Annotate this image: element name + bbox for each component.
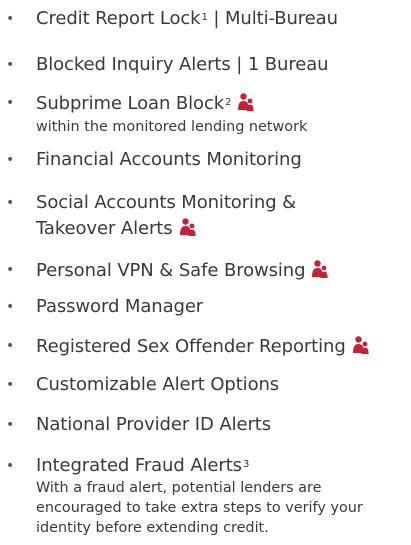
item-description-line1: With a fraud alert, potential lenders ar… <box>36 480 322 496</box>
item-label: Financial Accounts Monitoring <box>36 149 302 170</box>
item-label: Password Manager <box>36 296 204 317</box>
bullet: • <box>6 458 15 474</box>
bullet: • <box>6 262 15 278</box>
item-label: Subprime Loan Block2 <box>36 92 411 115</box>
family-icon <box>352 336 369 354</box>
item-description-line2: encouraged to take extra steps to verify… <box>36 500 363 516</box>
family-icon <box>179 218 196 236</box>
item-label: Personal VPN & Safe Browsing <box>36 259 411 282</box>
item-label-line2: Takeover Alerts <box>36 217 411 240</box>
footnote-ref: 2 <box>225 97 232 108</box>
item-label: Social Accounts Monitoring & <box>36 192 297 213</box>
bullet: • <box>6 95 15 111</box>
item-label: National Provider ID Alerts <box>36 414 271 435</box>
item-subtext: within the monitored lending network <box>36 119 308 135</box>
bullet: • <box>6 338 15 354</box>
bullet: • <box>6 57 15 73</box>
item-label: Blocked Inquiry Alerts | 1 Bureau <box>36 54 329 75</box>
footnote-ref: 3 <box>242 459 250 470</box>
bullet: • <box>6 299 15 315</box>
feature-list: • Credit Report Lock1 | Multi-Bureau • B… <box>0 0 411 545</box>
item-label: Registered Sex Offender Reporting <box>36 335 411 358</box>
bullet: • <box>6 195 15 211</box>
bullet: • <box>6 377 15 393</box>
family-icon <box>238 93 254 111</box>
item-description-line3: identity before extending credit. <box>36 520 269 536</box>
footnote-ref: 1 <box>201 12 208 23</box>
bullet: • <box>6 11 15 27</box>
item-label: Customizable Alert Options <box>36 374 280 395</box>
item-label: Integrated Fraud Alerts3 <box>36 455 250 476</box>
family-icon <box>312 260 329 278</box>
item-label: Credit Report Lock1 | Multi-Bureau <box>36 8 338 29</box>
bullet: • <box>6 152 15 168</box>
bullet: • <box>6 417 15 433</box>
